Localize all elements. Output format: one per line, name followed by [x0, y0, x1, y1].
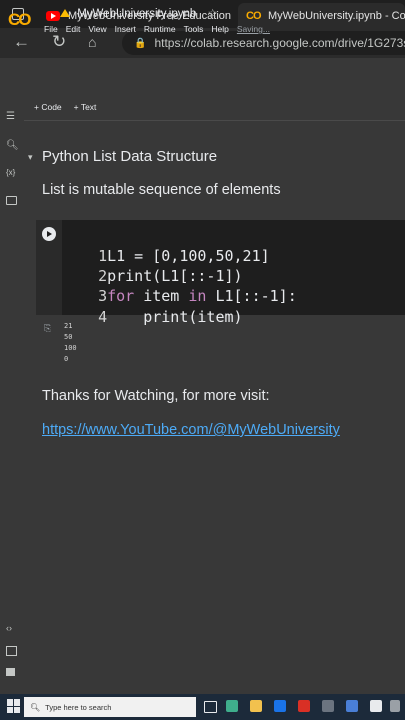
windows-start-icon[interactable] — [7, 699, 21, 713]
url-text: https://colab.research.google.com/drive/… — [154, 36, 405, 50]
menu-help[interactable]: Help — [211, 24, 228, 34]
taskbar-search-box[interactable]: 🔍︎ Type here to search — [24, 697, 196, 717]
back-icon[interactable]: ← — [13, 32, 30, 52]
notebook-title[interactable]: MyWebUniversity.ipynb — [77, 8, 196, 20]
code-snippets-icon[interactable]: ‹› — [6, 623, 12, 633]
notebook-toolbar: + Code + Text — [34, 102, 96, 112]
os-taskbar: 🔍︎ Type here to search — [0, 694, 405, 720]
search-icon: 🔍︎ — [30, 702, 41, 712]
taskbar-app-icon[interactable] — [322, 700, 334, 712]
search-placeholder: Type here to search — [45, 702, 112, 712]
menu-edit[interactable]: Edit — [66, 24, 81, 34]
folder-icon[interactable] — [6, 196, 17, 205]
add-text-button[interactable]: + Text — [74, 102, 97, 112]
section-heading: Python List Data Structure — [42, 148, 218, 165]
menu-tools[interactable]: Tools — [184, 24, 204, 34]
lock-icon: 🔒 — [134, 37, 147, 49]
home-icon[interactable]: ⌂ — [88, 34, 96, 50]
menu-runtime[interactable]: Runtime — [144, 24, 176, 34]
taskbar-app-icon[interactable] — [390, 700, 400, 712]
collapse-caret-icon[interactable]: ▾ — [28, 152, 33, 163]
refresh-icon[interactable]: ↻ — [52, 32, 66, 52]
taskbar-app-icon[interactable] — [274, 700, 286, 712]
line-number: 4 — [98, 308, 108, 326]
colab-header — [0, 58, 405, 98]
description-text: List is mutable sequence of elements — [42, 182, 281, 198]
taskbar-app-icon[interactable] — [370, 700, 382, 712]
command-palette-icon[interactable] — [6, 646, 17, 656]
colab-logo[interactable]: CO — [8, 10, 31, 30]
menu-bar: File Edit View Insert Runtime Tools Help… — [44, 24, 270, 34]
run-cell-button[interactable] — [42, 227, 56, 241]
address-bar[interactable]: 🔒 https://colab.research.google.com/driv… — [122, 31, 405, 55]
output-line: 50 — [64, 333, 73, 341]
task-view-icon[interactable] — [204, 701, 217, 713]
code-text: print(item) — [107, 308, 243, 326]
tab-title: MyWebUniversity.ipynb - Colab — [268, 9, 405, 22]
taskbar-app-icon[interactable] — [298, 700, 310, 712]
output-actions-icon[interactable]: ⎘ — [44, 323, 51, 334]
variables-icon[interactable]: {x} — [6, 168, 15, 177]
output-line: 21 — [64, 322, 73, 330]
star-icon[interactable]: ☆ — [208, 8, 218, 20]
notebook-title-row: MyWebUniversity.ipynb ☆ — [60, 6, 218, 20]
youtube-icon — [46, 10, 60, 21]
code-line[interactable]: 4 print(item) — [80, 290, 243, 326]
menu-insert[interactable]: Insert — [115, 24, 136, 34]
menu-view[interactable]: View — [88, 24, 106, 34]
terminal-icon[interactable] — [6, 668, 15, 676]
taskbar-app-icon[interactable] — [250, 700, 262, 712]
side-rail — [0, 98, 24, 694]
save-status: Saving... — [236, 24, 270, 34]
search-icon[interactable]: 🔍︎ — [6, 140, 19, 151]
output-line: 0 — [64, 355, 69, 363]
youtube-link[interactable]: https://www.YouTube.com/@MyWebUniversity — [42, 422, 340, 438]
drive-icon — [60, 9, 70, 17]
output-line: 100 — [64, 344, 77, 352]
divider — [24, 120, 405, 121]
add-code-button[interactable]: + Code — [34, 102, 62, 112]
taskbar-app-icon[interactable] — [226, 700, 238, 712]
colab-icon: CO — [246, 9, 262, 22]
thanks-text: Thanks for Watching, for more visit: — [42, 388, 270, 404]
menu-file[interactable]: File — [44, 24, 58, 34]
taskbar-app-icon[interactable] — [346, 700, 358, 712]
toc-icon[interactable]: ☰ — [6, 111, 15, 122]
